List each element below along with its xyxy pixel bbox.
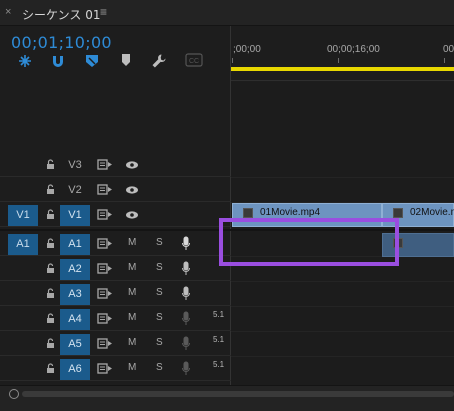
channel-format: 5.1 [213, 360, 225, 369]
fx-badge-icon [243, 208, 253, 218]
microphone-icon[interactable] [182, 261, 190, 276]
track-target-a1[interactable]: A1 [60, 234, 90, 255]
lock-icon[interactable] [46, 263, 55, 274]
track-row-a6: A6 M S 5.1 [0, 357, 231, 381]
marker-icon[interactable] [84, 53, 104, 69]
track-line [231, 356, 454, 357]
track-row-v3: V3 [0, 153, 231, 177]
bookmark-icon[interactable] [120, 53, 140, 69]
track-row-a4: A4 M S 5.1 [0, 307, 231, 331]
ruler-label: 00;00;16;00 [327, 44, 380, 55]
mute-button[interactable]: M [128, 337, 136, 348]
playhead-timecode[interactable]: 00;01;10;00 [11, 33, 112, 52]
solo-button[interactable]: S [156, 287, 163, 298]
mute-button[interactable]: M [128, 287, 136, 298]
lock-icon[interactable] [46, 363, 55, 374]
mute-button[interactable]: M [128, 262, 136, 273]
track-target-a3[interactable]: A3 [60, 284, 90, 305]
microphone-icon[interactable] [182, 286, 190, 301]
solo-button[interactable]: S [156, 362, 163, 373]
track-target-a6[interactable]: A6 [60, 359, 90, 380]
sync-lock-icon[interactable] [97, 313, 113, 324]
snap-icon[interactable] [17, 53, 37, 69]
track-row-a5: A5 M S 5.1 [0, 332, 231, 356]
track-line [231, 177, 454, 178]
microphone-icon[interactable] [182, 236, 190, 251]
sync-lock-icon[interactable] [97, 159, 113, 170]
solo-button[interactable]: S [156, 337, 163, 348]
solo-button[interactable]: S [156, 237, 163, 248]
sync-lock-icon[interactable] [97, 288, 113, 299]
ruler-label: ;00;00 [233, 44, 261, 55]
lock-icon[interactable] [46, 313, 55, 324]
sequence-tab-title[interactable]: シーケンス 01 [22, 6, 101, 23]
solo-button[interactable]: S [156, 262, 163, 273]
track-target-a4[interactable]: A4 [60, 309, 90, 330]
work-area-bar[interactable] [231, 67, 454, 71]
panel-menu-icon[interactable]: ≡ [100, 5, 107, 19]
track-line [231, 281, 454, 282]
ruler-label: 00; [443, 44, 454, 55]
close-tab-icon[interactable]: × [5, 7, 15, 18]
track-target-v3[interactable]: V3 [60, 155, 90, 176]
sync-lock-icon[interactable] [97, 238, 113, 249]
track-target-a5[interactable]: A5 [60, 334, 90, 355]
track-line [231, 331, 454, 332]
lock-icon[interactable] [46, 288, 55, 299]
sync-lock-icon[interactable] [97, 209, 113, 220]
fx-badge-icon [393, 208, 403, 218]
sync-lock-icon[interactable] [97, 184, 113, 195]
ruler-tick [338, 58, 339, 63]
mute-button[interactable]: M [128, 312, 136, 323]
track-row-a1: A1 A1 M S [0, 232, 231, 256]
ruler-tick [444, 58, 445, 63]
channel-format: 5.1 [213, 335, 225, 344]
lock-icon[interactable] [46, 338, 55, 349]
svg-text:CC: CC [189, 58, 199, 65]
eye-icon[interactable] [125, 210, 139, 220]
mute-button[interactable]: M [128, 237, 136, 248]
mute-button[interactable]: M [128, 362, 136, 373]
eye-icon[interactable] [125, 160, 139, 170]
bottom-scroll-bar [0, 385, 454, 411]
source-patch-v1[interactable]: V1 [8, 205, 38, 226]
highlight-annotation [219, 218, 399, 266]
sync-lock-icon[interactable] [97, 338, 113, 349]
microphone-icon[interactable] [182, 361, 190, 376]
ruler-divider [231, 80, 454, 81]
channel-format: 5.1 [213, 310, 225, 319]
lock-icon[interactable] [46, 159, 55, 170]
sync-lock-icon[interactable] [97, 363, 113, 374]
track-row-a3: A3 M S [0, 282, 231, 306]
microphone-icon[interactable] [182, 311, 190, 326]
horizontal-scrollbar[interactable] [22, 391, 454, 397]
track-target-v1[interactable]: V1 [60, 205, 90, 226]
track-row-a2: A2 M S [0, 257, 231, 281]
captions-icon[interactable]: CC [185, 53, 205, 69]
solo-button[interactable]: S [156, 312, 163, 323]
sync-lock-icon[interactable] [97, 263, 113, 274]
eye-icon[interactable] [125, 185, 139, 195]
track-target-v2[interactable]: V2 [60, 180, 90, 201]
lock-icon[interactable] [46, 184, 55, 195]
clip-label: 02Movie.m [410, 207, 454, 218]
track-line [231, 306, 454, 307]
wrench-icon[interactable] [151, 53, 171, 69]
zoom-handle-icon[interactable] [9, 389, 19, 399]
microphone-icon[interactable] [182, 336, 190, 351]
ruler-tick [232, 58, 233, 63]
clip-label: 01Movie.mp4 [260, 207, 321, 218]
lock-icon[interactable] [46, 209, 55, 220]
track-target-a2[interactable]: A2 [60, 259, 90, 280]
magnet-icon[interactable] [50, 53, 70, 69]
track-row-v1: V1 V1 [0, 203, 231, 227]
track-row-v2: V2 [0, 178, 231, 202]
source-patch-a1[interactable]: A1 [8, 234, 38, 255]
lock-icon[interactable] [46, 238, 55, 249]
